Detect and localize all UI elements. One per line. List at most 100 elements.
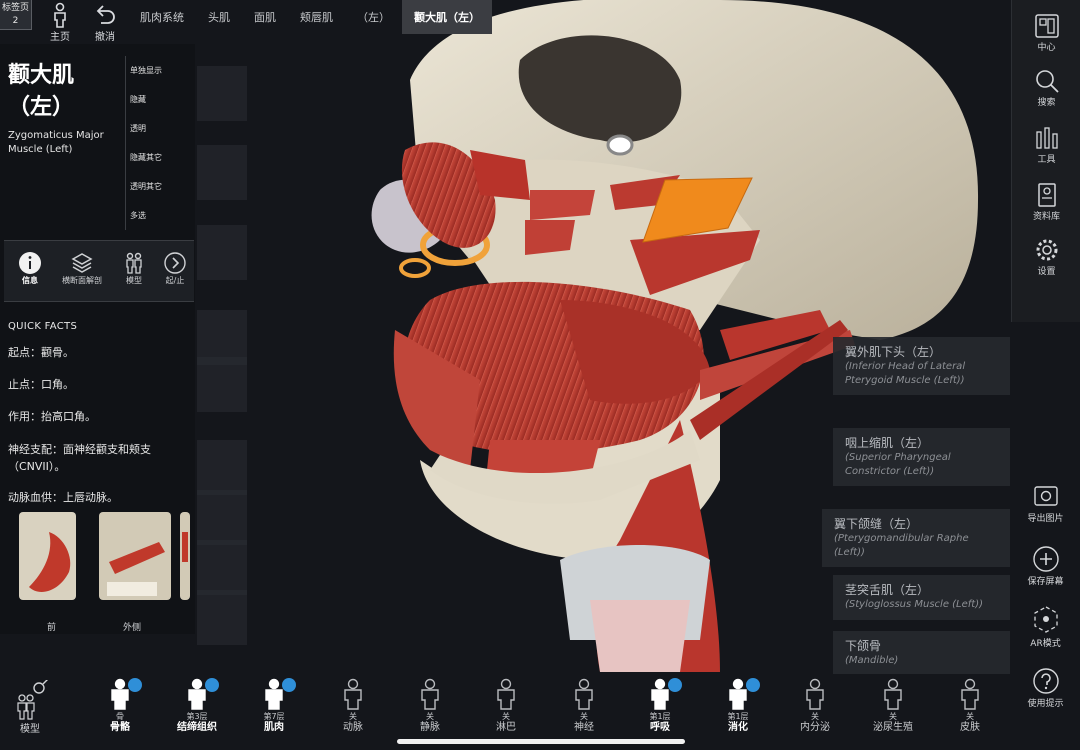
system-layer: 关 bbox=[811, 712, 819, 721]
label-pterygomandibular-raphe[interactable]: 翼下颌缝（左） (Pterygomandibular Raphe (Left)) bbox=[822, 509, 1010, 567]
system-toggle-skin[interactable]: 关皮肤 bbox=[932, 678, 1008, 734]
home-button[interactable]: 主页 bbox=[42, 2, 78, 43]
system-layer: 关 bbox=[426, 712, 434, 721]
menu-item-hide-others[interactable]: 隐藏其它 bbox=[125, 143, 195, 172]
fact-blood-supply: 动脉血供：上唇动脉。 bbox=[8, 491, 118, 504]
thumbnail-label: 前 bbox=[47, 623, 57, 633]
center-button[interactable]: 中心 bbox=[1012, 12, 1080, 53]
breadcrumb-item[interactable]: 头肌 bbox=[196, 9, 242, 25]
export-image-button[interactable]: 导出图片 bbox=[1011, 481, 1080, 524]
center-label: 中心 bbox=[1037, 43, 1056, 53]
label-pharyngeal-constrictor[interactable]: 咽上缩肌（左） (Superior Pharyngeal Constrictor… bbox=[833, 428, 1010, 486]
menu-item-transparent[interactable]: 透明 bbox=[125, 114, 195, 143]
search-label: 搜索 bbox=[1037, 98, 1056, 108]
ar-mode-label: AR模式 bbox=[1030, 639, 1061, 649]
tab-cross-section[interactable]: 横断面解剖 bbox=[56, 241, 108, 301]
connective-system-icon bbox=[159, 678, 235, 712]
system-name: 呼吸 bbox=[650, 722, 670, 733]
home-indicator[interactable] bbox=[397, 739, 685, 744]
menu-item-transparent-others[interactable]: 透明其它 bbox=[125, 172, 195, 201]
library-button[interactable]: 资料库 bbox=[1012, 181, 1080, 222]
breadcrumb-item[interactable]: 颊唇肌 bbox=[288, 9, 345, 25]
tabs-badge[interactable]: 标签页 2 bbox=[0, 0, 32, 30]
structure-title-en: Zygomaticus Major Muscle (Left) bbox=[8, 130, 104, 155]
nervous-system-icon bbox=[546, 678, 622, 712]
fact-innervation: 神经支配：面神经颧支和颊支（CNVII）。 bbox=[8, 443, 151, 473]
system-layer: 关 bbox=[580, 712, 588, 721]
center-icon bbox=[1012, 12, 1080, 40]
tab-cross-section-label: 横断面解剖 bbox=[62, 276, 102, 285]
right-toolbar: 中心 搜索 工具 资料库 设置 bbox=[1011, 0, 1080, 322]
skeletal-system-icon bbox=[82, 678, 158, 712]
search-button[interactable]: 搜索 bbox=[1012, 67, 1080, 108]
undo-icon bbox=[87, 2, 123, 28]
system-layer: 第3层 bbox=[186, 712, 208, 721]
sync-badge-icon bbox=[668, 678, 682, 692]
system-toggle-nervous[interactable]: 关神经 bbox=[546, 678, 622, 734]
export-image-label: 导出图片 bbox=[1027, 514, 1064, 524]
breadcrumb-item[interactable]: （左） bbox=[345, 9, 402, 25]
system-toggle-digestive[interactable]: 第1层 消化 bbox=[700, 678, 776, 734]
settings-button[interactable]: 设置 bbox=[1012, 236, 1080, 277]
tools-label: 工具 bbox=[1037, 155, 1056, 165]
muscular-system-icon bbox=[236, 678, 312, 712]
tabs-badge-count: 2 bbox=[12, 16, 19, 26]
system-name: 皮肤 bbox=[960, 722, 980, 733]
system-toggle-lymphatic[interactable]: 关淋巴 bbox=[468, 678, 544, 734]
breadcrumb-item-current[interactable]: 颧大肌（左） bbox=[402, 0, 492, 34]
breadcrumb-item[interactable]: 肌肉系统 bbox=[128, 9, 196, 25]
ar-mode-button[interactable]: AR模式 bbox=[1011, 604, 1080, 649]
label-ghost bbox=[197, 490, 247, 545]
thumbnail-partial[interactable] bbox=[180, 512, 190, 600]
menu-item-isolate[interactable]: 单独显示 bbox=[125, 56, 195, 85]
menu-item-hide[interactable]: 隐藏 bbox=[125, 85, 195, 114]
system-name: 骨骼 bbox=[110, 722, 130, 733]
system-toggle-skeletal[interactable]: 骨骨骼 bbox=[82, 678, 158, 734]
label-ghost bbox=[197, 440, 247, 495]
model-button[interactable]: 模型 bbox=[6, 678, 54, 735]
chevron-right-icon bbox=[160, 251, 190, 275]
tips-button[interactable]: 使用提示 bbox=[1011, 666, 1080, 709]
system-name: 内分泌 bbox=[800, 722, 830, 733]
digestive-system-icon bbox=[700, 678, 776, 712]
label-styloglossus[interactable]: 茎突舌肌（左） (Styloglossus Muscle (Left)) bbox=[833, 575, 1010, 620]
save-screen-button[interactable]: 保存屏幕 bbox=[1011, 544, 1080, 587]
system-toggle-arterial[interactable]: 关动脉 bbox=[315, 678, 391, 734]
tab-info[interactable]: 信息 bbox=[4, 241, 56, 301]
label-en: (Styloglossus Muscle (Left)) bbox=[845, 599, 984, 610]
sync-badge-icon bbox=[746, 678, 760, 692]
undo-button[interactable]: 撤消 bbox=[87, 2, 123, 43]
system-toggle-endocrine[interactable]: 关内分泌 bbox=[777, 678, 853, 734]
thumbnail-lateral[interactable] bbox=[99, 512, 171, 600]
thumbnail-anterior[interactable] bbox=[19, 512, 76, 600]
system-toggle-venous[interactable]: 关静脉 bbox=[392, 678, 468, 734]
model-label: 模型 bbox=[20, 724, 40, 735]
menu-item-multiselect[interactable]: 多选 bbox=[125, 201, 195, 230]
label-cn: 翼下颌缝（左） bbox=[834, 517, 919, 531]
system-toggle-connective[interactable]: 第3层 结缔组织 bbox=[159, 678, 235, 734]
system-toggle-muscular[interactable]: 第7层 肌肉 bbox=[236, 678, 312, 734]
arterial-system-icon bbox=[315, 678, 391, 712]
plus-icon bbox=[1011, 544, 1080, 574]
home-label: 主页 bbox=[50, 32, 70, 43]
endocrine-system-icon bbox=[777, 678, 853, 712]
tab-models[interactable]: 模型 bbox=[108, 241, 160, 301]
system-layer: 骨 bbox=[116, 712, 124, 721]
system-toggle-respiratory[interactable]: 第1层 呼吸 bbox=[622, 678, 698, 734]
label-lateral-pterygoid[interactable]: 翼外肌下头（左） (Inferior Head of Lateral Ptery… bbox=[833, 337, 1010, 395]
breadcrumb-item[interactable]: 面肌 bbox=[242, 9, 288, 25]
panel-tabs: 信息 横断面解剖 模型 起/止 bbox=[4, 240, 194, 302]
tools-icon bbox=[1012, 124, 1080, 152]
tools-button[interactable]: 工具 bbox=[1012, 124, 1080, 165]
venous-system-icon bbox=[392, 678, 468, 712]
tab-origin-insertion[interactable]: 起/止 bbox=[160, 241, 190, 301]
help-icon bbox=[1011, 666, 1080, 696]
system-toggle-urogenital[interactable]: 关泌尿生殖 bbox=[855, 678, 931, 734]
fact-origin: 起点：颧骨。 bbox=[8, 346, 74, 359]
thumbnail-label: 外侧 bbox=[123, 623, 142, 633]
info-icon bbox=[4, 251, 56, 275]
label-mandible[interactable]: 下颌骨 (Mandible) bbox=[833, 631, 1010, 674]
undo-label: 撤消 bbox=[95, 32, 115, 43]
models-icon bbox=[108, 251, 160, 275]
sync-badge-icon bbox=[128, 678, 142, 692]
